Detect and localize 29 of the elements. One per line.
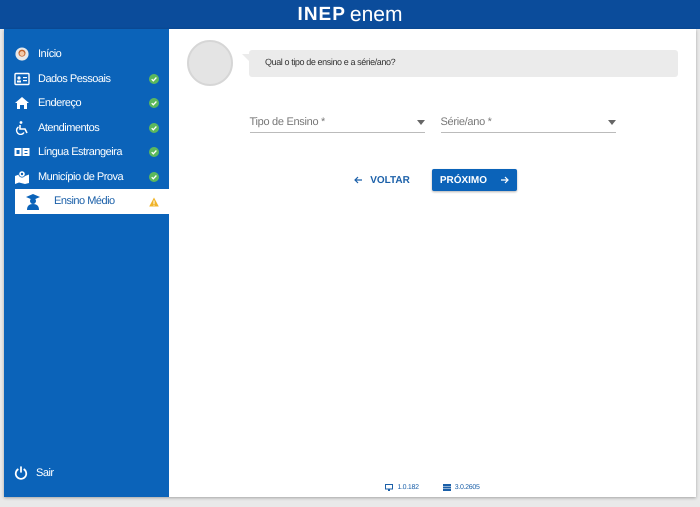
sidebar-item[interactable]: Endereço <box>4 91 169 116</box>
home-icon <box>14 96 30 110</box>
wheelchair-icon <box>14 120 30 135</box>
sidebar-item[interactable]: Início <box>4 42 169 66</box>
sidebar-item[interactable]: Língua Estrangeira <box>4 140 169 164</box>
assistant-avatar <box>187 40 233 86</box>
power-icon[interactable] <box>14 466 28 480</box>
chat-message: Qual o tipo de ensino e a série/ano? <box>265 56 396 70</box>
arrow-left-icon <box>354 176 362 184</box>
sidebar-item[interactable]: Município de Prova <box>4 164 169 189</box>
graduate-icon <box>25 194 41 210</box>
sidebar-item[interactable]: Atendimentos <box>4 116 169 140</box>
next-button[interactable]: PRÓXIMO <box>432 169 517 191</box>
arrow-right-icon <box>500 176 509 184</box>
dropdown-caret-icon <box>608 120 616 125</box>
sidebar-item[interactable]: Ensino Médio <box>15 189 169 214</box>
logo-text: enem <box>350 4 402 25</box>
logo-text: INEP <box>298 5 346 24</box>
server-icon <box>442 484 451 492</box>
map-pin-icon <box>14 170 30 184</box>
avatar-icon <box>14 47 30 62</box>
logout-link[interactable]: Sair <box>36 464 54 481</box>
back-button[interactable]: VOLTAR <box>348 169 416 191</box>
sidebar-item[interactable]: Dados Pessoais <box>4 66 169 91</box>
select-field[interactable]: Tipo de Ensino * <box>250 113 424 133</box>
select-field[interactable]: Série/ano * <box>440 113 616 133</box>
monitor-icon <box>385 484 394 492</box>
id-card-icon <box>14 72 30 86</box>
dropdown-caret-icon <box>416 120 424 125</box>
